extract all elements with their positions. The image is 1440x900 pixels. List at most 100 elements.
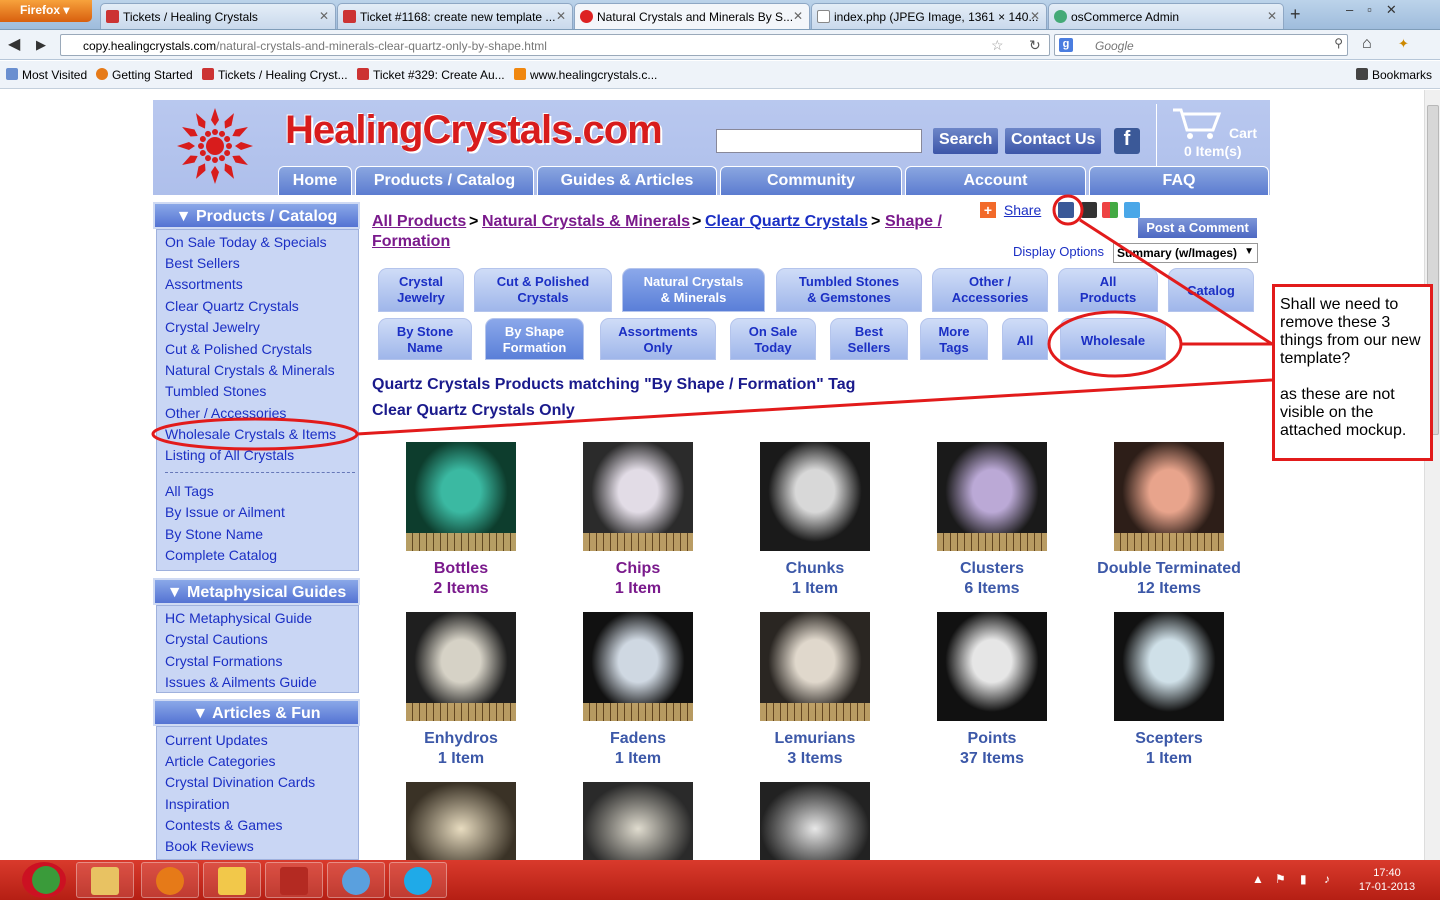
close-icon[interactable]: ✕: [793, 9, 803, 23]
firefox-menu-button[interactable]: Firefox ▾: [0, 0, 92, 22]
subtab-best-sellers[interactable]: Best Sellers: [830, 318, 908, 360]
articles-fun-header[interactable]: ▼ Articles & Fun: [153, 699, 360, 726]
search-field[interactable]: g Google ⚲: [1054, 34, 1348, 56]
search-button[interactable]: Search: [933, 128, 999, 154]
sidebar-link-natural-crystals[interactable]: Natural Crystals & Minerals: [165, 362, 335, 378]
sidebar-link-hc-guide[interactable]: HC Metaphysical Guide: [165, 610, 312, 626]
nav-faq[interactable]: FAQ: [1089, 166, 1269, 195]
show-hidden-icon[interactable]: ▲: [1252, 872, 1264, 886]
sidebar-link-divination-cards[interactable]: Crystal Divination Cards: [165, 774, 315, 790]
tab-natural-crystals-active[interactable]: Natural Crystals & Minerals: [622, 268, 765, 312]
myspace-icon[interactable]: [1081, 202, 1097, 218]
subtab-by-shape-active[interactable]: By Shape Formation: [485, 318, 584, 360]
nav-home[interactable]: Home: [278, 166, 352, 195]
site-logo-text[interactable]: HealingCrystals.com: [285, 108, 663, 153]
bookmarks-menu[interactable]: Bookmarks: [1356, 68, 1432, 82]
sidebar-link-complete-catalog[interactable]: Complete Catalog: [165, 547, 277, 563]
nav-account[interactable]: Account: [905, 166, 1086, 195]
sidebar-link-formations[interactable]: Crystal Formations: [165, 653, 282, 669]
sidebar-link-inspiration[interactable]: Inspiration: [165, 796, 230, 812]
reload-icon[interactable]: ↻: [1029, 37, 1041, 54]
tab-tickets[interactable]: Tickets / Healing Crystals ✕: [100, 3, 336, 29]
product-image[interactable]: [937, 442, 1047, 551]
close-icon[interactable]: ✕: [556, 9, 566, 23]
product-image[interactable]: [760, 612, 870, 721]
volume-icon[interactable]: ♪: [1324, 872, 1330, 886]
metaphysical-guides-header[interactable]: ▼ Metaphysical Guides: [153, 578, 360, 605]
breadcrumb-clear-quartz[interactable]: Clear Quartz Crystals: [705, 213, 868, 231]
sidebar-link-issues-guide[interactable]: Issues & Ailments Guide: [165, 674, 317, 690]
product-name[interactable]: Clusters: [902, 560, 1082, 578]
product-image[interactable]: [583, 442, 693, 551]
taskbar-app[interactable]: [18, 862, 76, 898]
sidebar-link-all-crystals[interactable]: Listing of All Crystals: [165, 447, 294, 463]
nav-guides-articles[interactable]: Guides & Articles: [537, 166, 717, 195]
facebook-share-icon[interactable]: [1058, 202, 1074, 218]
product-name[interactable]: Double Terminated: [1079, 560, 1259, 578]
breadcrumb-shape[interactable]: Shape /: [885, 213, 942, 231]
sidebar-link-clear-quartz[interactable]: Clear Quartz Crystals: [165, 298, 299, 314]
bookmark-getting-started[interactable]: Getting Started: [96, 68, 193, 82]
product-name[interactable]: Fadens: [548, 730, 728, 748]
product-image[interactable]: [583, 782, 693, 860]
sidebar-link-cut-polished[interactable]: Cut & Polished Crystals: [165, 341, 312, 357]
crystal-burst-logo-icon[interactable]: [175, 106, 255, 186]
product-image[interactable]: [583, 612, 693, 721]
sidebar-link-by-stone-name[interactable]: By Stone Name: [165, 526, 263, 542]
star-icon[interactable]: ☆: [991, 37, 1004, 54]
tab-other-accessories[interactable]: Other / Accessories: [932, 268, 1048, 312]
product-image[interactable]: [406, 782, 516, 860]
taskbar-app[interactable]: [76, 862, 134, 898]
system-clock[interactable]: 17:40 17-01-2013: [1352, 866, 1422, 894]
products-catalog-header[interactable]: ▼ Products / Catalog: [153, 202, 360, 229]
subtab-assortments[interactable]: Assortments Only: [600, 318, 716, 360]
sidebar-link-book-reviews[interactable]: Book Reviews: [165, 838, 254, 854]
sidebar-link-current-updates[interactable]: Current Updates: [165, 732, 268, 748]
tab-tumbled-stones[interactable]: Tumbled Stones & Gemstones: [776, 268, 922, 312]
bookmark-healingcrystals[interactable]: www.healingcrystals.c...: [514, 68, 657, 82]
tab-all-products[interactable]: All Products: [1058, 268, 1158, 312]
sidebar-link-best-sellers[interactable]: Best Sellers: [165, 255, 240, 271]
close-icon[interactable]: ✕: [319, 9, 329, 23]
tab-catalog[interactable]: Catalog: [1168, 268, 1254, 312]
product-name[interactable]: Lemurians: [725, 730, 905, 748]
breadcrumb-formation[interactable]: Formation: [372, 233, 450, 251]
close-icon[interactable]: ✕: [1267, 9, 1277, 23]
contact-us-button[interactable]: Contact Us: [1005, 128, 1102, 154]
display-options-link[interactable]: Display Options: [1013, 244, 1104, 259]
window-controls[interactable]: –▫✕: [1346, 2, 1411, 18]
taskbar-app[interactable]: [265, 862, 323, 898]
bookmark-tickets[interactable]: Tickets / Healing Cryst...: [202, 68, 348, 82]
home-icon[interactable]: ⌂: [1362, 35, 1372, 53]
sidebar-link-by-issue[interactable]: By Issue or Ailment: [165, 504, 285, 520]
product-name[interactable]: Scepters: [1079, 730, 1259, 748]
forward-arrow-icon[interactable]: ▶: [36, 37, 46, 53]
share-widget[interactable]: + Share: [980, 202, 1041, 218]
sidebar-link-on-sale[interactable]: On Sale Today & Specials: [165, 234, 327, 250]
product-name[interactable]: Bottles: [371, 560, 551, 578]
breadcrumb-natural-crystals[interactable]: Natural Crystals & Minerals: [482, 213, 690, 231]
back-arrow-icon[interactable]: ◀: [8, 34, 20, 54]
addon-icon[interactable]: ✦: [1398, 36, 1409, 52]
product-name[interactable]: Chunks: [725, 560, 905, 578]
site-search-input[interactable]: [716, 129, 922, 153]
taskbar-app[interactable]: [141, 862, 199, 898]
google-share-icon[interactable]: [1102, 202, 1118, 218]
bookmark-most-visited[interactable]: Most Visited: [6, 68, 87, 82]
product-image[interactable]: [1114, 612, 1224, 721]
sidebar-link-crystal-jewelry[interactable]: Crystal Jewelry: [165, 319, 260, 335]
sidebar-link-cautions[interactable]: Crystal Cautions: [165, 631, 268, 647]
bookmark-ticket-329[interactable]: Ticket #329: Create Au...: [357, 68, 505, 82]
breadcrumb-all-products[interactable]: All Products: [372, 213, 466, 231]
new-tab-icon[interactable]: +: [1290, 4, 1301, 25]
url-bar[interactable]: copy.healingcrystals.com/natural-crystal…: [60, 34, 1050, 56]
tab-ticket-1168[interactable]: Ticket #1168: create new template ... ✕: [337, 3, 573, 29]
subtab-more-tags[interactable]: More Tags: [920, 318, 988, 360]
subtab-all[interactable]: All: [1002, 318, 1048, 360]
cart-widget[interactable]: Cart 0 Item(s): [1156, 104, 1270, 166]
post-comment-button[interactable]: Post a Comment: [1138, 218, 1257, 238]
sidebar-link-wholesale[interactable]: Wholesale Crystals & Items: [165, 426, 336, 442]
close-icon[interactable]: ✕: [1030, 9, 1040, 23]
tab-natural-crystals[interactable]: Natural Crystals and Minerals By S... ✕: [574, 3, 810, 29]
subtab-wholesale[interactable]: Wholesale: [1060, 318, 1166, 360]
